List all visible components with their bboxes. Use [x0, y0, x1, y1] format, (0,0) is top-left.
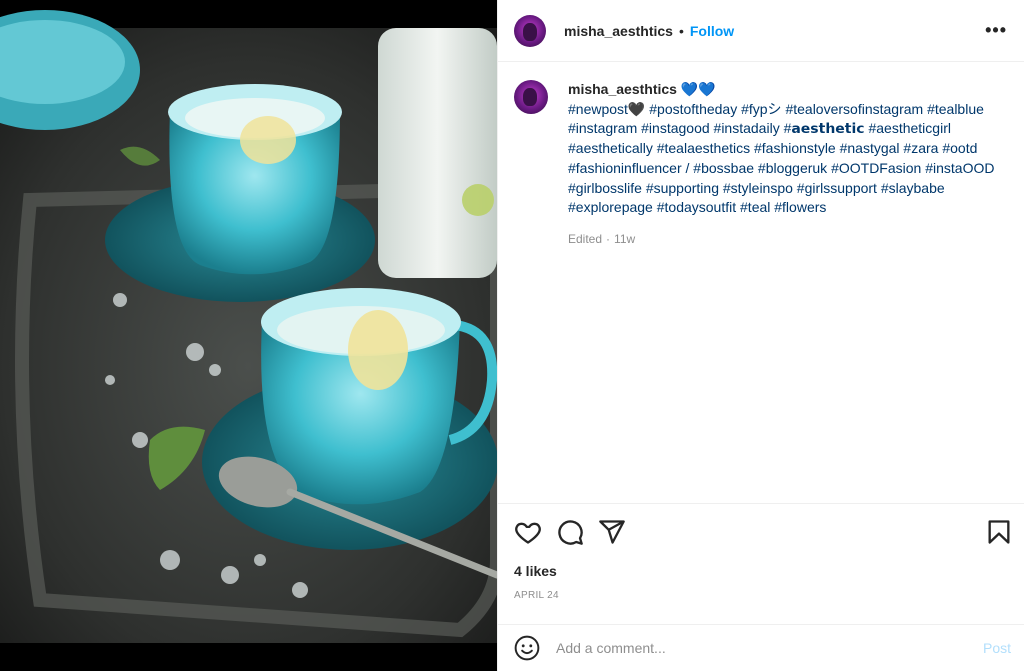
post-photo[interactable]	[0, 0, 497, 671]
heart-icon[interactable]	[514, 518, 542, 546]
caption-username[interactable]: misha_aesthtics	[568, 81, 677, 97]
caption-hearts: 💙💙	[680, 81, 716, 97]
post-age[interactable]: 11w	[614, 230, 635, 250]
likes-count[interactable]: 4 likes	[514, 563, 557, 579]
post-header: misha_aesthtics • Follow •••	[498, 0, 1024, 62]
caption-avatar[interactable]	[514, 80, 548, 114]
caption: misha_aesthtics 💙💙 #newpost🖤 #postofthed…	[514, 80, 1014, 250]
share-icon[interactable]	[598, 518, 626, 546]
caption-meta: Edited · 11w	[568, 230, 998, 250]
comment-icon[interactable]	[556, 518, 584, 546]
comment-bar: Post	[498, 624, 1024, 671]
follow-button[interactable]: Follow	[690, 23, 734, 39]
header-separator: •	[678, 22, 684, 39]
post-photo-illustration	[0, 0, 497, 671]
post-sidebar: misha_aesthtics • Follow ••• misha_aesth…	[497, 0, 1024, 671]
avatar[interactable]	[514, 14, 546, 47]
caption-text: #newpost🖤 #postoftheday #fypシ #tealovers…	[568, 100, 999, 216]
post-date[interactable]: APRIL 24	[514, 590, 559, 601]
comment-input[interactable]	[556, 640, 946, 656]
action-bar	[498, 503, 1024, 555]
post-comment-button[interactable]: Post	[983, 640, 1011, 656]
meta-separator: ·	[606, 231, 611, 246]
bookmark-icon[interactable]	[985, 518, 1013, 546]
more-options-icon[interactable]: •••	[985, 20, 1007, 41]
edited-label: Edited	[568, 231, 603, 246]
emoji-icon[interactable]	[514, 635, 540, 661]
header-username[interactable]: misha_aesthtics	[564, 23, 673, 39]
